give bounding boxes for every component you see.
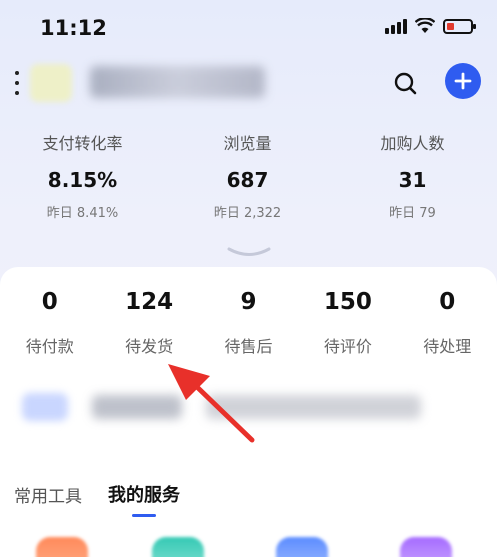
stat-label: 浏览量 <box>223 134 272 153</box>
notice-text <box>206 395 421 419</box>
order-label: 待发货 <box>125 337 174 356</box>
order-label: 待处理 <box>423 337 472 356</box>
stat-conversion-rate[interactable]: 支付转化率 8.15% 昨日 8.41% <box>0 130 165 221</box>
battery-icon <box>443 18 476 34</box>
service-icon[interactable] <box>36 537 88 557</box>
stat-yesterday: 昨日 2,322 <box>213 206 282 221</box>
service-icon[interactable] <box>152 537 204 557</box>
order-label: 待售后 <box>224 337 273 356</box>
order-status-row: 0 待付款 124 待发货 9 待售后 150 待评价 0 待处理 <box>0 289 497 357</box>
order-count: 150 <box>323 289 372 315</box>
tab-common-tools[interactable]: 常用工具 <box>14 482 82 517</box>
header-bar <box>0 60 497 108</box>
tab-my-services[interactable]: 我的服务 <box>108 481 180 517</box>
order-count: 0 <box>41 289 58 315</box>
order-pending-review[interactable]: 150 待评价 <box>298 289 397 357</box>
order-after-sales[interactable]: 9 待售后 <box>199 289 298 357</box>
service-icon[interactable] <box>400 537 452 557</box>
status-bar: 11:12 <box>0 0 497 60</box>
order-label: 待付款 <box>25 337 74 356</box>
service-icon[interactable] <box>276 537 328 557</box>
more-vertical-icon[interactable] <box>10 68 24 98</box>
stat-yesterday: 昨日 8.41% <box>46 206 119 221</box>
order-card: 0 待付款 124 待发货 9 待售后 150 待评价 0 待处理 常用工具 我… <box>0 267 497 557</box>
order-count: 124 <box>125 289 174 315</box>
stat-label: 支付转化率 <box>42 134 123 153</box>
add-button[interactable] <box>445 63 481 99</box>
signal-icon <box>385 18 407 34</box>
stat-yesterday: 昨日 79 <box>389 206 436 221</box>
stat-add-to-cart[interactable]: 加购人数 31 昨日 79 <box>330 130 495 221</box>
notice-banner[interactable] <box>16 389 481 425</box>
stat-value: 31 <box>398 168 427 192</box>
status-time: 11:12 <box>40 16 107 40</box>
order-count: 0 <box>439 289 456 315</box>
status-icons <box>385 18 476 34</box>
plus-icon <box>454 72 472 90</box>
store-name[interactable] <box>90 66 265 98</box>
wifi-icon <box>415 18 435 33</box>
chevron-down-icon[interactable] <box>226 246 272 260</box>
order-pending-shipment[interactable]: 124 待发货 <box>99 289 198 357</box>
search-button[interactable] <box>390 68 422 100</box>
order-pending-processing[interactable]: 0 待处理 <box>398 289 497 357</box>
order-pending-payment[interactable]: 0 待付款 <box>0 289 99 357</box>
store-avatar[interactable] <box>30 64 72 102</box>
order-count: 9 <box>240 289 257 315</box>
service-tabs: 常用工具 我的服务 <box>14 481 180 517</box>
stat-label: 加购人数 <box>380 134 445 153</box>
stat-value: 8.15% <box>47 168 118 192</box>
notice-icon <box>22 393 68 421</box>
search-icon <box>394 72 417 95</box>
stat-page-views[interactable]: 浏览量 687 昨日 2,322 <box>165 130 330 221</box>
stat-value: 687 <box>226 168 269 192</box>
notice-title <box>92 395 182 419</box>
order-label: 待评价 <box>323 337 372 356</box>
service-icon-row <box>0 537 497 557</box>
stats-row: 支付转化率 8.15% 昨日 8.41% 浏览量 687 昨日 2,322 加购… <box>0 130 497 221</box>
